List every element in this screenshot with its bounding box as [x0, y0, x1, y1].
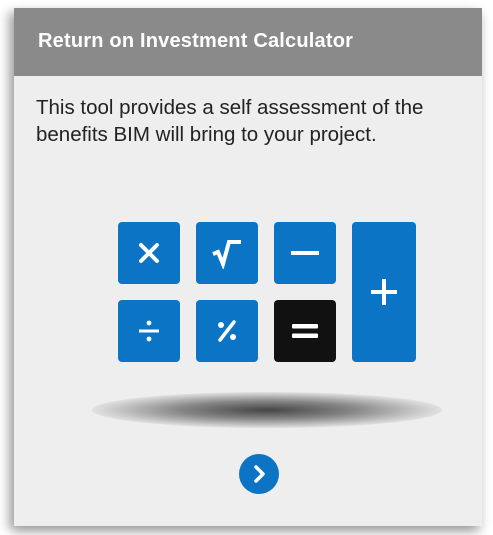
percent-key-icon	[196, 300, 258, 362]
next-button[interactable]	[239, 454, 279, 494]
plus-key-icon	[352, 222, 416, 362]
equals-key-icon	[274, 300, 336, 362]
roi-calculator-card: Return on Investment Calculator This too…	[14, 8, 482, 526]
divide-key-icon	[118, 300, 180, 362]
multiply-key-icon	[118, 222, 180, 284]
calculator-illustration	[14, 8, 482, 526]
chevron-right-icon	[254, 465, 265, 483]
minus-key-icon	[274, 222, 336, 284]
calculator-shadow	[92, 392, 442, 428]
square-root-key-icon	[196, 222, 258, 284]
